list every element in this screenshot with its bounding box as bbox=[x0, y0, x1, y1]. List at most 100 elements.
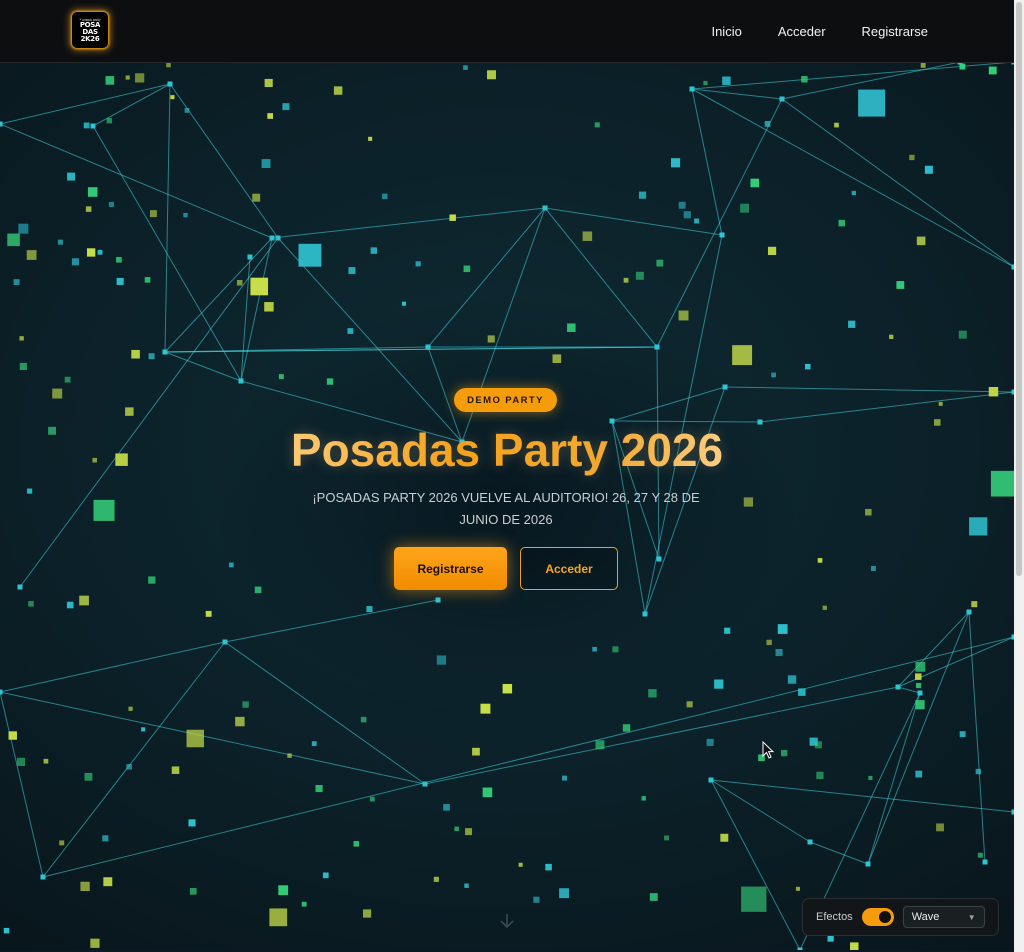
particle-square bbox=[612, 646, 619, 653]
particle-square bbox=[149, 210, 157, 218]
network-line bbox=[710, 779, 801, 950]
network-node bbox=[162, 349, 168, 355]
network-node bbox=[422, 781, 428, 787]
particle-square bbox=[326, 378, 334, 385]
particle-square bbox=[97, 249, 103, 255]
particle-square bbox=[105, 76, 115, 85]
network-node bbox=[269, 235, 275, 241]
particle-square bbox=[781, 749, 788, 757]
particle-square bbox=[938, 401, 943, 406]
particle-square bbox=[464, 883, 469, 888]
particle-square bbox=[369, 796, 375, 802]
scrollbar-thumb[interactable] bbox=[1016, 2, 1022, 576]
particle-square bbox=[595, 740, 605, 750]
site-logo[interactable]: * unique party POSA DAS 2K26 bbox=[72, 12, 108, 48]
nav-link-acceder[interactable]: Acceder bbox=[778, 24, 826, 39]
particle-square bbox=[798, 688, 806, 696]
particle-square bbox=[235, 716, 245, 727]
network-line bbox=[92, 125, 242, 382]
network-line bbox=[759, 391, 1014, 423]
network-node bbox=[722, 384, 728, 390]
particle-square bbox=[102, 835, 109, 842]
network-node bbox=[247, 254, 253, 260]
particle-square bbox=[103, 877, 113, 887]
particle-square bbox=[116, 256, 122, 263]
particle-square bbox=[348, 267, 356, 275]
particle-square bbox=[92, 457, 97, 463]
particle-square bbox=[969, 517, 988, 536]
network-line bbox=[611, 386, 726, 422]
particle-square bbox=[463, 65, 468, 70]
network-line bbox=[611, 420, 660, 560]
particle-square bbox=[66, 601, 74, 609]
network-line bbox=[867, 611, 970, 865]
network-line bbox=[0, 691, 426, 785]
network-line bbox=[0, 83, 171, 125]
particle-square bbox=[83, 122, 90, 129]
particle-square bbox=[889, 334, 894, 340]
particle-square bbox=[353, 841, 360, 847]
particle-square bbox=[71, 258, 79, 266]
network-node bbox=[167, 81, 173, 87]
network-line bbox=[691, 88, 1014, 268]
login-button[interactable]: Acceder bbox=[520, 547, 618, 590]
particle-square bbox=[804, 363, 811, 370]
network-line bbox=[224, 599, 439, 643]
particle-square bbox=[816, 771, 824, 779]
particle-square bbox=[186, 729, 205, 748]
particle-square bbox=[278, 374, 284, 380]
navbar: * unique party POSA DAS 2K26 Inicio Acce… bbox=[0, 0, 1014, 63]
register-button[interactable]: Registrarse bbox=[394, 547, 507, 590]
particle-square bbox=[766, 639, 772, 646]
particle-square bbox=[670, 158, 681, 168]
particle-square bbox=[115, 453, 128, 466]
logo-line-3: 2K26 bbox=[80, 34, 100, 43]
particle-square bbox=[236, 280, 243, 286]
particle-square bbox=[282, 103, 290, 111]
particle-square bbox=[694, 218, 700, 224]
particle-square bbox=[278, 885, 289, 896]
particle-square bbox=[26, 250, 37, 260]
effects-mode-select[interactable]: Wave ▼ bbox=[902, 906, 985, 928]
effects-toggle[interactable] bbox=[861, 908, 894, 926]
network-node bbox=[222, 639, 228, 645]
particle-square bbox=[827, 935, 834, 942]
particle-square bbox=[924, 165, 933, 174]
particle-square bbox=[86, 248, 96, 257]
particle-square bbox=[722, 76, 731, 85]
particle-square bbox=[975, 768, 982, 775]
network-node bbox=[17, 584, 23, 590]
network-node bbox=[238, 378, 244, 384]
network-line bbox=[427, 346, 463, 443]
particle-square bbox=[915, 661, 926, 672]
network-line bbox=[710, 779, 1014, 813]
particle-square bbox=[79, 595, 89, 606]
particle-square bbox=[750, 178, 760, 188]
effects-label: Efectos bbox=[816, 911, 853, 923]
particle-square bbox=[311, 741, 317, 747]
particle-square bbox=[706, 738, 714, 746]
particle-square bbox=[732, 345, 753, 366]
network-line bbox=[42, 636, 1014, 878]
particle-square bbox=[106, 118, 113, 124]
particle-square bbox=[205, 610, 212, 617]
particle-square bbox=[368, 136, 373, 141]
network-line bbox=[164, 351, 242, 382]
network-node bbox=[865, 861, 871, 867]
network-line bbox=[656, 98, 783, 348]
nav-link-registrarse[interactable]: Registrarse bbox=[862, 24, 928, 39]
particle-square bbox=[436, 655, 447, 665]
particle-square bbox=[269, 908, 288, 927]
particle-square bbox=[18, 223, 29, 234]
particle-square bbox=[131, 349, 140, 359]
particle-square bbox=[402, 301, 407, 306]
particle-square bbox=[678, 201, 686, 209]
particle-square bbox=[638, 191, 647, 199]
particle-square bbox=[141, 727, 146, 732]
network-line bbox=[656, 346, 660, 560]
particle-square bbox=[487, 70, 496, 80]
particle-square bbox=[242, 701, 249, 708]
nav-link-inicio[interactable]: Inicio bbox=[711, 24, 741, 39]
network-lines bbox=[0, 62, 1014, 950]
particle-square bbox=[977, 852, 983, 858]
